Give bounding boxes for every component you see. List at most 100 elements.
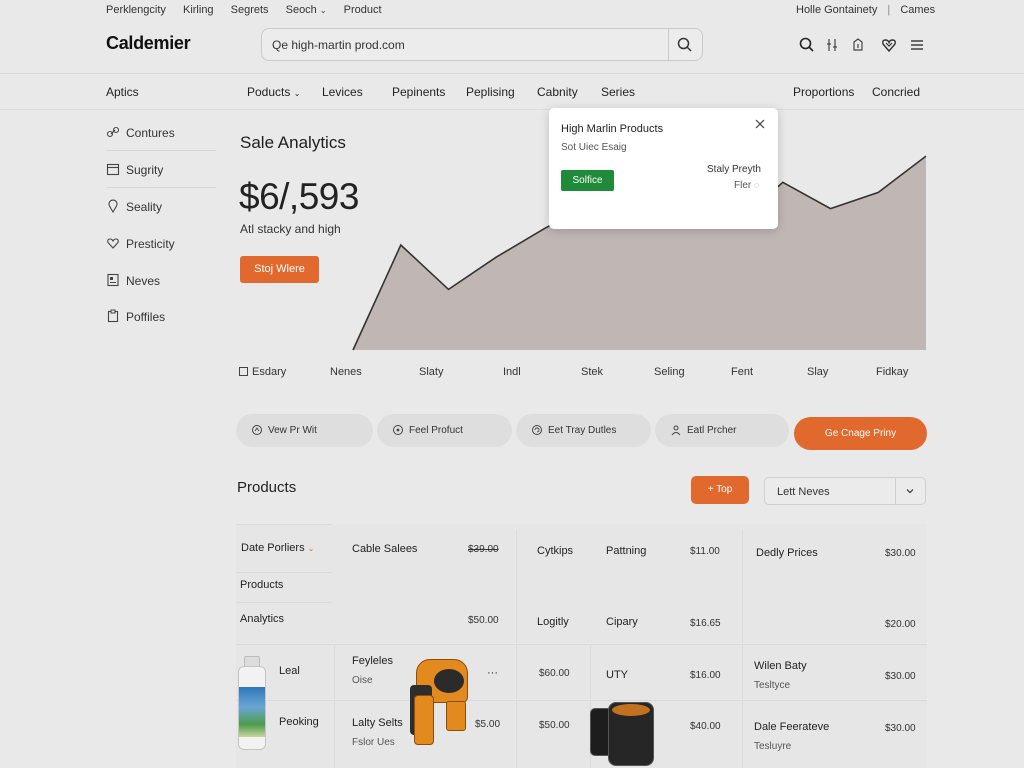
- select-value: Lett Neves: [777, 486, 830, 498]
- chevron-down-icon: [906, 489, 914, 494]
- table-row-label: Analytics: [240, 613, 285, 625]
- x-tick-label: Stek: [581, 366, 604, 378]
- cell-price: $60.00: [539, 668, 570, 679]
- util-right-link-2[interactable]: Cames: [900, 4, 935, 16]
- util-link-2[interactable]: Kirling: [183, 4, 214, 16]
- x-tick-label: Fent: [731, 366, 754, 378]
- search-input[interactable]: [272, 36, 662, 54]
- news-icon: [107, 273, 119, 287]
- column-header-3: Cytkips: [537, 545, 574, 557]
- product-bottle-image[interactable]: [236, 656, 268, 751]
- util-link-5[interactable]: Product: [344, 4, 382, 16]
- sidebar-item-label: Presticity: [126, 237, 175, 251]
- cell-price: $16.00: [690, 670, 721, 681]
- analytics-subtitle: Atl stacky and high: [240, 222, 341, 236]
- close-icon[interactable]: [754, 118, 766, 130]
- x-tick-label: Seling: [654, 366, 685, 378]
- x-tick-label: Fidkay: [876, 366, 909, 378]
- table-vline: [742, 530, 743, 768]
- sidebar-item-contures[interactable]: Contures: [106, 123, 216, 143]
- product-title: Wilen Baty: [754, 660, 807, 672]
- nav-section-label[interactable]: Aptics: [106, 85, 139, 99]
- cell-price: $11.00: [690, 546, 720, 557]
- heart-outline-icon: [107, 238, 119, 249]
- column-header-sales: Cable Salees: [352, 543, 418, 555]
- pill-button-1[interactable]: Vew Pr Wit: [236, 414, 373, 447]
- pill-button-4[interactable]: Eatl Prcher: [655, 414, 789, 447]
- sidebar-item-seality[interactable]: Seality: [106, 197, 216, 217]
- nav-item-4[interactable]: Peplising: [466, 85, 515, 99]
- product-subtitle: Tesltyce: [754, 680, 791, 691]
- cell-price: $50.00: [539, 720, 570, 731]
- search-icon[interactable]: [676, 36, 694, 54]
- cell-price: $30.00: [885, 723, 916, 734]
- nav-right-item-2[interactable]: Concried: [872, 85, 920, 99]
- product-canister-image[interactable]: [590, 700, 656, 768]
- table-vline: [334, 644, 335, 768]
- link-icon: [106, 126, 120, 138]
- popup-title: High Marlin Products: [561, 123, 664, 135]
- product-name[interactable]: Leal: [279, 665, 300, 677]
- products-filter-select[interactable]: Lett Neves: [764, 477, 926, 505]
- sidebar-item-neves[interactable]: Neves: [106, 271, 216, 291]
- product-name[interactable]: Peoking: [279, 716, 319, 728]
- user-icon: [671, 425, 681, 436]
- x-tick-label: Slaty: [419, 366, 444, 378]
- nav-item-6[interactable]: Series: [601, 85, 635, 99]
- products-title: Products: [237, 479, 297, 496]
- sidebar-item-label: Contures: [126, 126, 175, 140]
- cell-price: $40.00: [690, 721, 721, 732]
- search-icon[interactable]: [798, 36, 816, 54]
- nav-item-3[interactable]: Pepinents: [392, 85, 445, 99]
- add-product-button[interactable]: + Top: [691, 476, 749, 504]
- column-header-4: Pattning: [606, 545, 647, 557]
- cell-price: $20.00: [885, 619, 916, 630]
- logo[interactable]: Caldemier: [106, 33, 191, 54]
- product-subtitle: Tesluyre: [754, 741, 792, 752]
- util-link-3[interactable]: Segrets: [231, 4, 269, 16]
- cell-text: Logitly: [537, 616, 569, 628]
- table-line: [236, 524, 332, 525]
- column-header-date[interactable]: Date Porliers ⌄: [241, 542, 314, 554]
- column-header-5: Dedly Prices: [756, 547, 818, 559]
- cell-price: $39.00: [468, 544, 499, 555]
- nav-item-2[interactable]: Levices: [322, 85, 363, 99]
- util-right-link-1[interactable]: Holle Gontainety: [796, 4, 877, 16]
- util-link-4[interactable]: Seoch ⌄: [286, 4, 327, 16]
- sidebar-item-label: Neves: [126, 274, 161, 288]
- nav-divider: [0, 109, 1024, 110]
- sidebar-item-presticity[interactable]: Presticity: [106, 234, 216, 254]
- cell-price: $5.00: [475, 719, 501, 730]
- sidebar-item-poffiles[interactable]: Poffiles: [106, 307, 216, 327]
- table-vline: [516, 530, 517, 768]
- pill-button-3[interactable]: Eet Tray Dutles: [516, 414, 651, 447]
- menu-icon[interactable]: [908, 36, 926, 54]
- header-icons: [798, 36, 928, 54]
- popup-action-button[interactable]: Solfice: [561, 170, 614, 191]
- cart-icon[interactable]: [849, 36, 867, 54]
- refresh-icon: [532, 425, 542, 435]
- nav-item-5[interactable]: Cabnity: [537, 85, 578, 99]
- nav-item-products[interactable]: Poducts ⌄: [247, 85, 300, 99]
- pill-button-2[interactable]: Feel Profuct: [377, 414, 512, 447]
- heart-icon[interactable]: [880, 36, 898, 54]
- sidebar-item-sugrity[interactable]: Sugrity: [106, 160, 216, 180]
- search-divider: [668, 29, 669, 60]
- sidebar-item-label: Seality: [126, 200, 163, 214]
- table-row-label: Products: [240, 579, 284, 591]
- product-subtitle: Oise: [352, 675, 373, 686]
- util-link-1[interactable]: Perklengcity: [106, 4, 166, 16]
- select-divider: [895, 478, 896, 504]
- more-options-icon[interactable]: ···: [487, 667, 498, 679]
- analytics-cta-button[interactable]: Stoj Wlere: [240, 256, 319, 283]
- calendar-icon: [106, 163, 120, 176]
- filter-icon[interactable]: [823, 36, 841, 54]
- analytics-value: $6/,593: [239, 176, 359, 217]
- x-tick-label: Indl: [503, 366, 521, 378]
- change-pricing-button[interactable]: Ge Cnage Priny: [794, 417, 927, 450]
- nav-right-item-1[interactable]: Proportions: [793, 85, 854, 99]
- product-coffee-machine-image[interactable]: [410, 659, 470, 749]
- table-line: [236, 602, 332, 603]
- sidebar-item-label: Poffiles: [126, 310, 166, 324]
- popup-subtitle: Sot Uiec Esaig: [561, 142, 627, 153]
